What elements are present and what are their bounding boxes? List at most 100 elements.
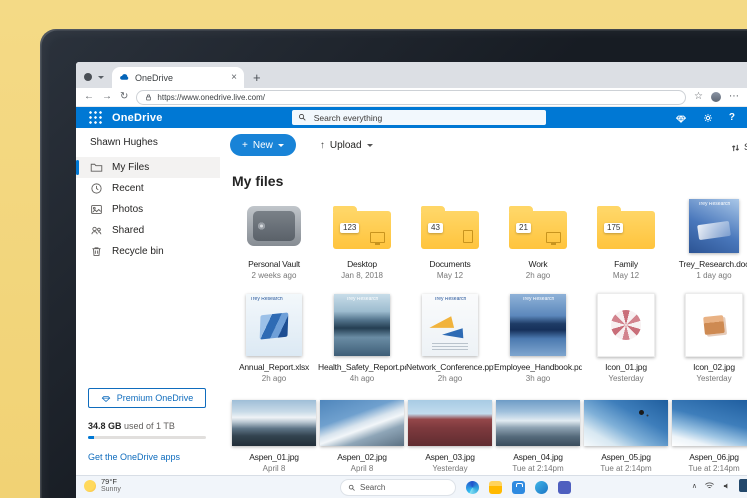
file-tile-network-conference[interactable]: Trey Research Network_Conference.pptx 2h…	[406, 293, 494, 383]
file-name: Annual_Report.xlsx	[230, 362, 318, 372]
file-explorer-icon[interactable]	[489, 481, 502, 494]
trey-research-logo: Trey Research	[510, 297, 566, 302]
new-button-label: New	[253, 140, 273, 151]
file-tile-annual-report[interactable]: Trey Research Annual_Report.xlsx 2h ago	[230, 293, 318, 383]
file-tile-aspen-06[interactable]: Aspen_06.jpg Tue at 2:14pm	[670, 399, 747, 473]
file-tile-aspen-01[interactable]: Aspen_01.jpg April 8	[230, 399, 318, 473]
browser-profile-icon[interactable]	[84, 73, 92, 81]
sort-button[interactable]: Sort	[725, 141, 747, 154]
browser-address-row: ← → ↻ https://www.onedrive.live.com/ ☆ ⋯	[76, 88, 747, 107]
get-apps-link[interactable]: Get the OneDrive apps	[88, 452, 206, 462]
file-date: Tue at 2:14pm	[670, 464, 747, 473]
back-icon[interactable]: ←	[84, 92, 94, 102]
taskbar-search[interactable]: Search	[340, 479, 456, 496]
clock-icon	[90, 182, 103, 195]
tab-actions-icon[interactable]	[98, 76, 104, 82]
file-date: Jan 8, 2018	[318, 271, 406, 280]
url-text: https://www.onedrive.live.com/	[157, 93, 265, 102]
storage-suffix: used of 1 TB	[122, 421, 175, 431]
file-date: 2 weeks ago	[230, 271, 318, 280]
browser-avatar[interactable]	[711, 92, 721, 102]
sidebar-item-label: Photos	[112, 204, 143, 215]
windows-taskbar: 79°F Sunny Search ∧	[76, 475, 747, 498]
new-button[interactable]: + New	[230, 134, 296, 156]
file-name: Icon_02.jpg	[670, 362, 747, 372]
item-count-badge: 21	[516, 223, 531, 234]
file-tile-icon-02[interactable]: Icon_02.jpg Yesterday	[670, 293, 747, 383]
search-icon	[298, 113, 307, 122]
sidebar-item-my-files[interactable]: My Files	[76, 157, 220, 178]
weather-temp: 79°F	[101, 478, 121, 486]
sidebar-item-recent[interactable]: Recent	[76, 178, 220, 199]
search-input[interactable]	[312, 112, 540, 124]
storage-bar	[88, 436, 206, 439]
upload-button[interactable]: ↑ Upload	[314, 139, 379, 152]
tray-app-icon[interactable]	[739, 479, 747, 492]
microsoft-store-icon[interactable]	[512, 481, 525, 494]
file-tile-icon-01[interactable]: Icon_01.jpg Yesterday	[582, 293, 670, 383]
edge-browser-icon[interactable]	[466, 481, 479, 494]
sidebar-item-photos[interactable]: Photos	[76, 199, 220, 220]
taskbar-weather-widget[interactable]: 79°F Sunny	[84, 478, 121, 493]
file-tile-employee-handbook[interactable]: Trey Research Employee_Handbook.pdf 3h a…	[494, 293, 582, 383]
photo-thumbnail	[320, 400, 404, 446]
browser-menu-icon[interactable]: ⋯	[729, 92, 739, 102]
file-date: April 8	[318, 464, 406, 473]
file-name: Aspen_02.jpg	[318, 452, 406, 462]
app-title: OneDrive	[112, 112, 163, 124]
search-box[interactable]	[292, 110, 546, 125]
file-tile-work[interactable]: 21 Work 2h ago	[494, 198, 582, 280]
file-name: Aspen_06.jpg	[670, 452, 747, 462]
file-tile-trey-research-doc[interactable]: Trey Research Trey_Research.doc 1 day ag…	[670, 198, 747, 280]
file-tile-aspen-02[interactable]: Aspen_02.jpg April 8	[318, 399, 406, 473]
help-icon[interactable]: ?	[729, 112, 735, 123]
file-name: Trey_Research.doc	[670, 259, 747, 269]
refresh-icon[interactable]: ↻	[120, 92, 128, 102]
sidebar-item-label: Recent	[112, 183, 144, 194]
screen: OneDrive × + ← → ↻ https://www.onedrive.…	[76, 62, 747, 498]
tray-chevron-icon[interactable]: ∧	[692, 482, 697, 490]
diamond-icon	[101, 393, 111, 403]
address-bar[interactable]: https://www.onedrive.live.com/	[136, 90, 686, 105]
favorite-star-icon[interactable]: ☆	[694, 92, 703, 102]
file-tile-aspen-04[interactable]: Aspen_04.jpg Tue at 2:14pm	[494, 399, 582, 473]
file-tile-desktop[interactable]: 123 Desktop Jan 8, 2018	[318, 198, 406, 280]
premium-button-label: Premium OneDrive	[117, 393, 194, 403]
file-tile-health-safety-report[interactable]: Trey Research Health_Safety_Report.pdf 4…	[318, 293, 406, 383]
file-tile-documents[interactable]: 43 Documents May 12	[406, 198, 494, 280]
tab-close-icon[interactable]: ×	[231, 73, 237, 83]
premium-diamond-icon[interactable]	[675, 112, 687, 124]
speaker-icon[interactable]	[722, 481, 732, 491]
file-name: Aspen_03.jpg	[406, 452, 494, 462]
file-tile-aspen-05[interactable]: Aspen_05.jpg Tue at 2:14pm	[582, 399, 670, 473]
trey-research-logo: Trey Research	[422, 297, 478, 302]
account-name[interactable]: Shawn Hughes	[76, 128, 220, 157]
monitor-glyph-icon	[546, 232, 561, 243]
file-tile-aspen-03[interactable]: Aspen_03.jpg Yesterday	[406, 399, 494, 473]
photos-app-icon[interactable]	[535, 481, 548, 494]
file-date: May 12	[582, 271, 670, 280]
wifi-icon[interactable]	[704, 481, 715, 490]
new-tab-button[interactable]: +	[253, 71, 261, 84]
file-tile-family[interactable]: 175 Family May 12	[582, 198, 670, 280]
browser-tab[interactable]: OneDrive ×	[112, 67, 244, 88]
monitor-glyph-icon	[370, 232, 385, 243]
document-thumbnail: Trey Research	[334, 294, 390, 356]
folder-thumbnail: 43	[421, 211, 479, 249]
forward-icon[interactable]: →	[102, 92, 112, 102]
file-tile-personal-vault[interactable]: Personal Vault 2 weeks ago	[230, 198, 318, 280]
trey-research-logo: Trey Research	[334, 297, 390, 302]
teams-app-icon[interactable]	[558, 481, 571, 494]
settings-gear-icon[interactable]	[702, 112, 714, 124]
page-title: My files	[232, 173, 747, 189]
file-date: 2h ago	[406, 374, 494, 383]
sidebar-item-shared[interactable]: Shared	[76, 220, 220, 241]
premium-onedrive-button[interactable]: Premium OneDrive	[88, 388, 206, 408]
app-launcher-icon[interactable]	[88, 110, 103, 125]
search-wrap	[163, 110, 675, 125]
cube-graphic	[703, 315, 725, 335]
text-lines-decoration	[432, 343, 468, 351]
sidebar-item-recycle-bin[interactable]: Recycle bin	[76, 241, 220, 262]
file-grid-row: Personal Vault 2 weeks ago 123 Desktop J…	[230, 198, 747, 280]
desk-background: OneDrive × + ← → ↻ https://www.onedrive.…	[0, 0, 747, 498]
